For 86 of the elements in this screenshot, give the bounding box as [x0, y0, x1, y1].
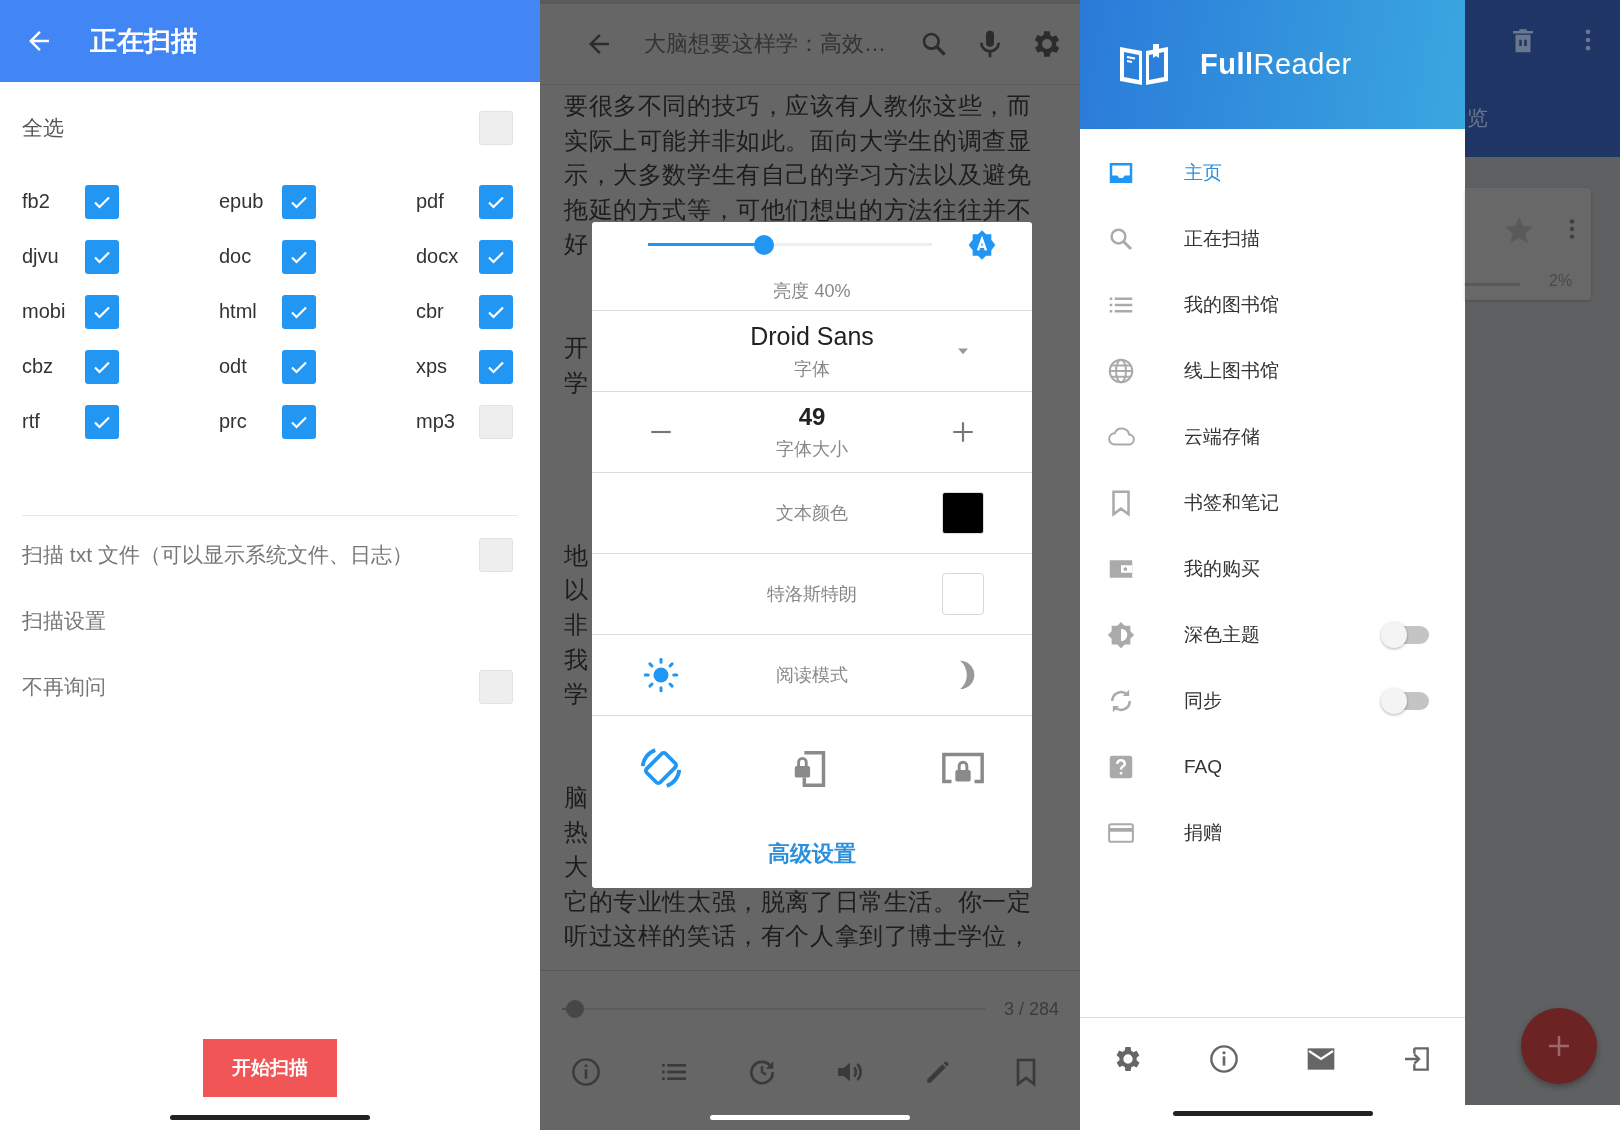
book-text-line: 要很多不同的技巧，应该有人教你这些，而	[564, 92, 1032, 119]
format-label: epub	[219, 190, 265, 213]
drawer-item[interactable]: 深色主题	[1080, 602, 1465, 668]
format-label: xps	[416, 355, 449, 378]
checkbox[interactable]	[479, 349, 513, 384]
book-text-line: 学	[564, 368, 589, 396]
checkbox[interactable]	[479, 404, 513, 439]
brightness-slider[interactable]	[648, 235, 932, 255]
text-color-label: 文本颜色	[776, 502, 848, 525]
checkbox[interactable]	[479, 538, 513, 572]
theme-icon	[1106, 620, 1136, 650]
info-icon[interactable]	[1208, 1043, 1241, 1075]
format-label: cbz	[22, 355, 55, 378]
checkbox[interactable]	[942, 573, 984, 615]
book-text-line: 实际上可能并非如此。面向大学生的调查显	[564, 126, 1032, 154]
format-label: odt	[219, 355, 248, 378]
book-text-line: 它的专业性太强，脱离了日常生活。你一定	[564, 887, 1032, 915]
globe-icon	[1106, 356, 1136, 386]
rotate-icon[interactable]	[638, 745, 684, 791]
checkbox[interactable]	[282, 239, 316, 274]
option-label: 扫描 txt 文件（可以显示系统文件、日志）	[22, 542, 413, 568]
font-size-label: 字体大小	[776, 438, 848, 461]
checkbox[interactable]	[85, 404, 119, 439]
format-label: pdf	[416, 190, 445, 213]
auto-brightness-icon[interactable]	[966, 229, 998, 261]
book-text-line: 热	[564, 818, 589, 846]
book-text-line: 示，大多数学生有自己的学习方法以及避免	[564, 161, 1032, 189]
format-label: docx	[416, 245, 460, 268]
select-all-label: 全选	[22, 115, 64, 141]
book-text-line: 地	[564, 541, 589, 569]
settings-link[interactable]: 扫描设置	[22, 607, 106, 635]
checkbox[interactable]	[479, 670, 513, 704]
format-label: rtf	[22, 410, 41, 433]
drawer-item[interactable]: 同步	[1080, 668, 1465, 734]
checkbox[interactable]	[85, 294, 119, 329]
brightness-label: 亮度 40%	[773, 281, 851, 301]
checkbox[interactable]	[479, 294, 513, 329]
book-text-line: 大	[564, 853, 589, 881]
book-text-line: 脑	[564, 783, 589, 811]
checkbox[interactable]	[479, 184, 513, 219]
sun-icon[interactable]	[643, 657, 679, 693]
book-text-line: 我	[564, 645, 589, 673]
drawer-item[interactable]: 线上图书馆	[1080, 338, 1465, 404]
option-label: 不再询问	[22, 674, 106, 700]
drawer-item[interactable]: 云端存储	[1080, 404, 1465, 470]
checkbox[interactable]	[479, 239, 513, 274]
font-size-value: 49	[798, 403, 826, 431]
option-label: 特洛斯特朗	[767, 583, 857, 606]
drawer-item[interactable]: 我的图书馆	[1080, 272, 1465, 338]
drawer-item[interactable]: 正在扫描	[1080, 206, 1465, 272]
format-label: html	[219, 300, 258, 323]
checkbox[interactable]	[282, 294, 316, 329]
book-text-line: 学	[564, 680, 589, 708]
checkbox[interactable]	[85, 349, 119, 384]
page-slider[interactable]	[562, 1000, 986, 1018]
drawer-item[interactable]: 书签和笔记	[1080, 470, 1465, 536]
format-label: cbr	[416, 300, 445, 323]
text-color-swatch[interactable]	[942, 492, 984, 534]
app-name: FullReader	[1200, 48, 1352, 81]
font-value[interactable]: Droid Sans	[750, 321, 874, 351]
format-label: mp3	[416, 410, 456, 433]
book-text-line: 拖延的方式等，可他们想出的方法往往并不	[564, 195, 1032, 223]
book-text-line: 开	[564, 334, 589, 362]
checkbox[interactable]	[282, 349, 316, 384]
format-label: prc	[219, 410, 248, 433]
font-label: 字体	[794, 357, 830, 381]
book-text-line: 非	[564, 610, 589, 638]
plus-icon[interactable]	[950, 419, 976, 445]
checkbox[interactable]	[282, 404, 316, 439]
format-label: fb2	[22, 190, 51, 213]
checkbox[interactable]	[85, 239, 119, 274]
book-text-line: 听过这样的笑话，有个人拿到了博士学位，	[564, 922, 1032, 950]
checkbox[interactable]	[282, 184, 316, 219]
add-button[interactable]	[1521, 1008, 1597, 1084]
book-text-line: 好	[564, 230, 589, 258]
checkbox[interactable]	[85, 184, 119, 219]
format-label: djvu	[22, 245, 60, 268]
format-label: mobi	[22, 300, 67, 323]
drawer-item[interactable]: 我的购买	[1080, 536, 1465, 602]
drawer-item[interactable]: FAQ	[1080, 734, 1465, 800]
reading-mode-label: 阅读模式	[776, 664, 848, 687]
checkbox[interactable]	[479, 111, 513, 145]
drawer-item[interactable]: 捐赠	[1080, 800, 1465, 866]
format-label: doc	[219, 245, 253, 268]
book-text-line: 以	[564, 576, 589, 604]
screen-title: 正在扫描	[90, 25, 198, 58]
